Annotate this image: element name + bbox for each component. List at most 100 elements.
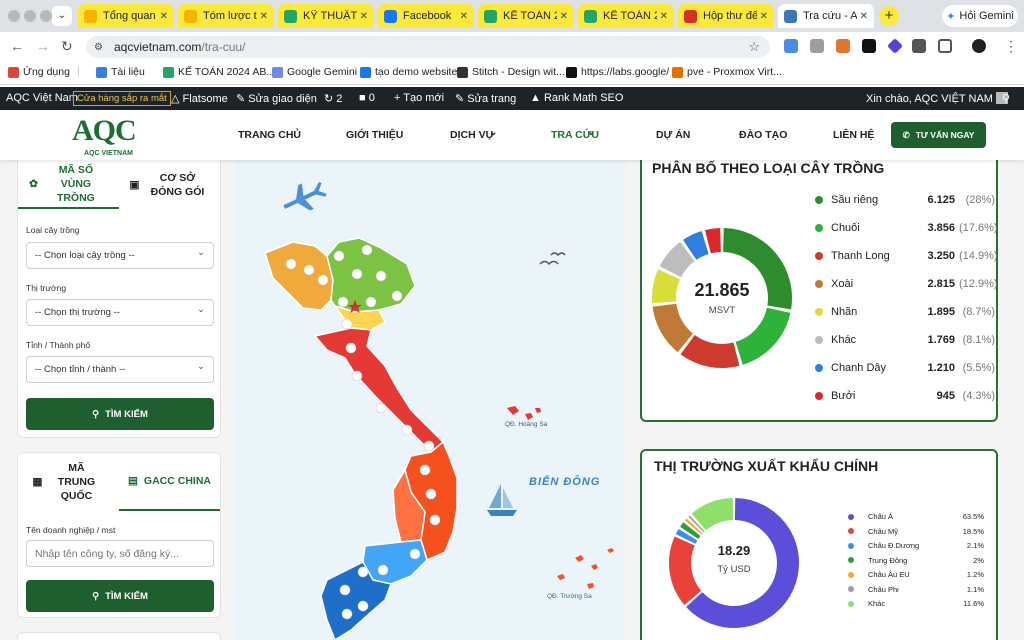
market-select[interactable]: -- Chọn thị trường -- [26,297,214,326]
nav-gioi-thieu[interactable]: GIỚI THIỆU [346,129,403,141]
site-settings-icon[interactable]: ⚙ [94,42,110,53]
consult-now-button[interactable]: ✆ TƯ VẤN NGAY [891,122,986,148]
bookmark-labs[interactable]: https://labs.google/ [566,66,669,78]
tab-close-icon[interactable]: ✕ [860,11,868,22]
profile-avatar[interactable] [972,39,986,53]
bookmark-gemini[interactable]: Google Gemini [272,66,357,78]
extension-gear-icon[interactable] [836,39,850,53]
forward-arrow-icon[interactable]: → [36,38,50,54]
extension-download-icon[interactable] [912,39,926,53]
tab-ma-trung-quoc[interactable]: ▦ MÃ TRUNG QUỐC [18,453,119,511]
browser-tab[interactable]: KỸ THUẬT -✕ [278,4,374,28]
tab-gacc-china[interactable]: ▤ GACC CHINA [119,453,220,511]
donut-segment[interactable] [669,536,702,605]
phone-icon: ✆ [902,129,910,140]
browser-tab[interactable]: Tóm lược thứ✕ [178,4,274,28]
tab-close-icon[interactable]: ✕ [760,11,768,22]
bookmark-ke-toan[interactable]: KẾ TOÁN 2024 AB... [163,66,275,78]
nav-dao-tao[interactable]: ĐÀO TẠO [739,129,787,141]
store-coming-soon-badge[interactable]: Cửa hàng sắp ra mắt [73,91,171,106]
extension-camera-icon[interactable] [810,39,824,53]
nav-dich-vu[interactable]: DỊCH VỤ [450,129,493,141]
bookmark-stitch[interactable]: Stitch - Design wit... [457,66,565,78]
browser-tab[interactable]: KẾ TOÁN 20✕ [578,4,674,28]
search-icon[interactable]: ⚲ [1002,92,1010,105]
tab-close-icon[interactable]: ✕ [260,11,268,22]
legend-name: Châu Âu EU [868,570,910,579]
tab-close-icon[interactable]: ✕ [360,11,368,22]
search-button[interactable]: ⚲ TÌM KIẾM [26,580,214,612]
flatsome-menu[interactable]: △ Flatsome [171,92,228,105]
extension-docs-icon[interactable] [784,39,798,53]
rank-math-icon: ▲ [530,92,541,104]
tab-close-icon[interactable]: ✕ [160,11,168,22]
browser-tab[interactable]: Hộp thư đến✕ [678,4,774,28]
region-southeast[interactable] [362,539,428,585]
region-north-central[interactable] [313,327,445,454]
address-toolbar: ← → ↻ ⚙ aqcvietnam.com/tra-cuu/ ☆ ⋮ [0,32,1024,60]
extension-diamond-icon[interactable] [887,38,903,54]
tab-close-icon[interactable]: ✕ [560,11,568,22]
legend-swatch [815,196,823,204]
search-button[interactable]: ⚲ TÌM KIẾM [26,398,214,430]
tab-close-icon[interactable]: ✕ [660,11,668,22]
tab-co-so-dong-goi[interactable]: ▣ CƠ SỞ ĐÓNG GÓI [119,161,220,209]
donut-segment[interactable] [659,241,695,278]
new-tab-button[interactable]: + [879,6,899,26]
legend-name: Châu Mỹ [868,526,899,536]
donut-segment[interactable] [705,228,722,254]
comments-menu[interactable]: ■ 0 [359,92,375,104]
tab-ma-so-vung-trong[interactable]: ✿ MÃ SỐ VÙNG TRỒNG [18,161,119,209]
donut-segment[interactable] [680,522,701,540]
window-minimize-button[interactable] [24,10,36,22]
customize-menu[interactable]: ✎ Sửa giao diện [236,92,317,105]
omnibox[interactable]: ⚙ aqcvietnam.com/tra-cuu/ ☆ [86,36,770,58]
donut-segment[interactable] [688,515,705,533]
legend-percent: 63.5% [962,512,984,521]
donut-segment[interactable] [652,269,681,304]
vietnam-map-graphic: BIỂN ĐÔNG QĐ. Hoàng Sa QĐ. Trường Sa [264,182,614,640]
bookmark-demo-website[interactable]: tạo demo website [360,66,457,78]
rank-math-menu[interactable]: ▲ Rank Math SEO [530,92,623,104]
wp-site-link[interactable]: AQC Việt Nam [6,92,78,104]
nav-lien-he[interactable]: LIÊN HỆ [833,129,874,141]
ask-gemini-button[interactable]: ✦ Hỏi Gemini [942,5,1018,27]
back-arrow-icon[interactable]: ← [10,38,24,54]
tab-close-icon[interactable]: ✕ [460,11,468,22]
updates-menu[interactable]: ↻ 2 [324,92,342,105]
browser-tab[interactable]: KẾ TOÁN 20✕ [478,4,574,28]
extension-font-icon[interactable] [862,39,876,53]
donut-segment[interactable] [683,231,710,261]
nav-du-an[interactable]: DỰ ÁN [656,129,690,141]
wp-account-menu[interactable]: Xin chào, AQC VIỆT NAM [866,92,1009,105]
window-maximize-button[interactable] [40,10,52,22]
province-select[interactable]: -- Chọn tỉnh / thành -- [26,354,214,383]
tab-search-chevron-icon[interactable]: ⌄ [52,6,72,26]
donut-segment[interactable] [675,528,698,545]
bookmark-proxmox[interactable]: pve - Proxmox Virt... [672,66,782,78]
donut-segment[interactable] [735,307,791,365]
donut-segment[interactable] [691,498,734,531]
bookmark-star-icon[interactable]: ☆ [748,39,760,55]
crop-select[interactable]: -- Chọn loại cây trồng -- [26,240,214,269]
bookmark-apps[interactable]: Ứng dụng [8,66,70,78]
browser-tab[interactable]: Tra cứu - AQ✕ [778,4,874,28]
browser-tab[interactable]: Facebook ✕ [378,4,474,28]
window-close-button[interactable] [8,10,20,22]
market-total-unit: Tỷ USD [717,564,751,575]
edit-page-menu[interactable]: ✎ Sửa trang [455,92,516,105]
company-search-input[interactable] [26,540,214,567]
legend-swatch [815,364,823,372]
extensions-puzzle-icon[interactable] [938,39,952,53]
bookmark-tai-lieu[interactable]: Tài liệu [96,66,145,78]
donut-segment[interactable] [680,334,740,368]
donut-segment[interactable] [685,518,703,535]
browser-menu-icon[interactable]: ⋮ [1004,38,1018,54]
vietnam-map[interactable]: BIỂN ĐÔNG QĐ. Hoàng Sa QĐ. Trường Sa [235,160,626,640]
legend-percent: (8.1%) [962,334,995,346]
site-logo[interactable]: AQC AQC VIETNAM [70,114,160,158]
new-content-menu[interactable]: + Tạo mới [394,92,444,104]
nav-trang-chu[interactable]: TRANG CHỦ [238,129,301,141]
browser-tab[interactable]: Tổng quan - ✕ [78,4,174,28]
reload-icon[interactable]: ↻ [61,38,73,54]
